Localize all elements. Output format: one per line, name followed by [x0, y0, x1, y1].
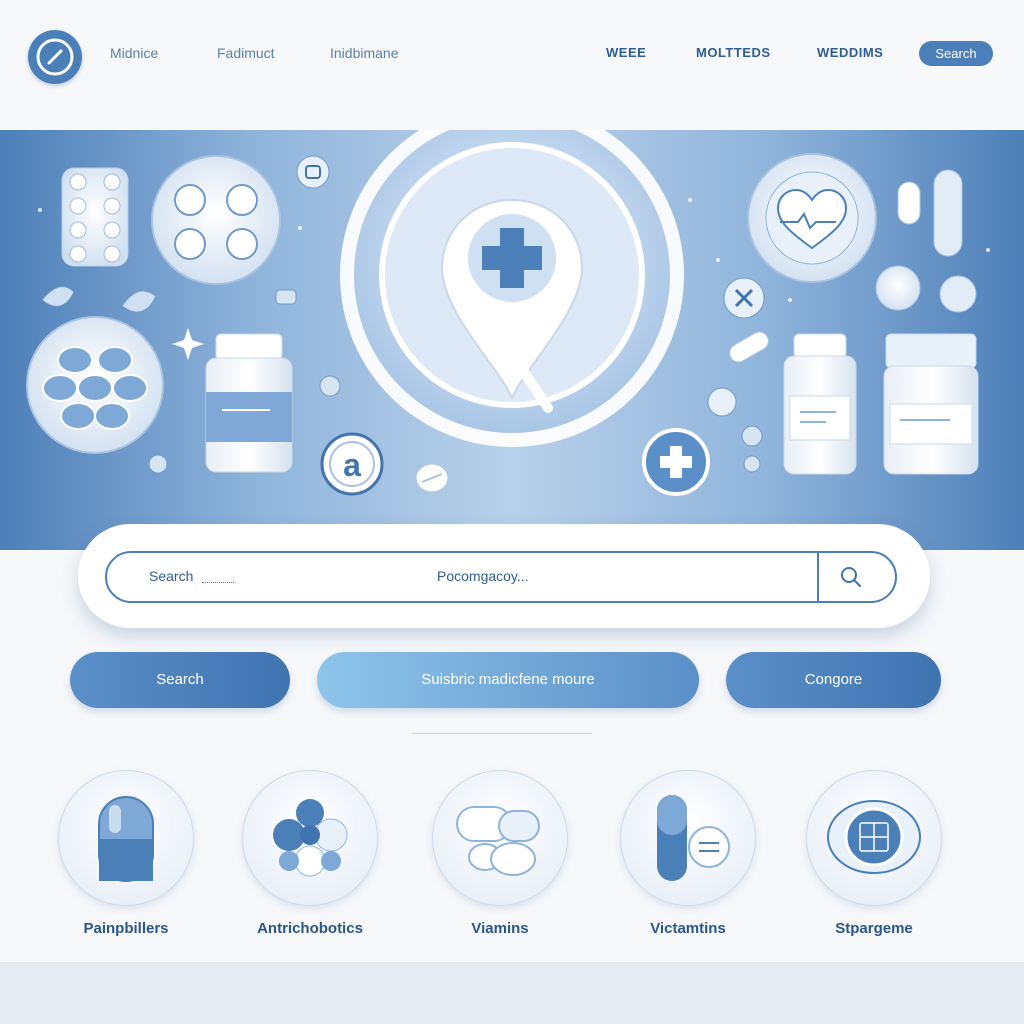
medicine-jar-icon	[883, 333, 979, 475]
search-input[interactable]: Search Pocomgacoy...	[105, 551, 897, 603]
page: Midnice Fadimuct Inidbimane WEEE MOLTTED…	[0, 0, 1024, 1024]
category-label: Viamins	[471, 920, 529, 937]
nav-link-inidbimane[interactable]: Inidbimane	[330, 45, 399, 61]
category-item-antrichobotics[interactable]: Antrichobotics	[242, 770, 378, 960]
hero-banner: a	[0, 130, 1024, 550]
search-panel: Search Pocomgacoy...	[78, 524, 930, 628]
category-button[interactable]: Congore	[726, 652, 941, 708]
category-label: Victamtins	[650, 920, 726, 937]
pill-molecule-icon[interactable]	[242, 770, 378, 906]
category-item-victamtins[interactable]: Victamtins	[620, 770, 756, 960]
nav-link-moltteds[interactable]: MOLTTEDS	[696, 45, 771, 60]
search-icon[interactable]	[839, 565, 863, 589]
capsule-icon[interactable]	[58, 770, 194, 906]
header: Midnice Fadimuct Inidbimane WEEE MOLTTED…	[0, 0, 1024, 110]
logo-icon[interactable]	[28, 30, 82, 84]
capsule-tablet-icon[interactable]	[620, 770, 756, 906]
pill-plate-icon	[26, 316, 164, 454]
small-badge-icon	[296, 155, 330, 189]
letter-badge-icon: a	[320, 432, 384, 496]
svg-text:a: a	[343, 447, 361, 483]
pill-plate-icon	[151, 155, 281, 285]
search-button[interactable]: Search	[70, 652, 290, 708]
category-label: Painpbillers	[83, 920, 169, 937]
search-input-value: Pocomgacoy...	[437, 568, 529, 584]
footer-band	[0, 962, 1024, 1024]
nav-link-midnice[interactable]: Midnice	[110, 45, 158, 61]
device-icon[interactable]	[806, 770, 942, 906]
hero-illustration: a	[26, 130, 990, 496]
medical-location-pin-icon	[340, 130, 684, 447]
search-input-label: Search	[149, 568, 194, 584]
leaf-icon	[41, 286, 157, 313]
nav-link-weee[interactable]: WEEE	[606, 45, 646, 60]
category-item-stpargeme[interactable]: Stpargeme	[806, 770, 942, 960]
sparkle-icon	[172, 328, 204, 360]
search-divider	[817, 553, 819, 601]
nav-link-weddims[interactable]: WEDDIMS	[817, 45, 883, 60]
category-item-painpbillers[interactable]: Painpbillers	[58, 770, 194, 960]
medicine-bottle-icon	[783, 333, 857, 475]
search-placeholder-dots	[202, 582, 234, 583]
category-label: Stpargeme	[835, 920, 913, 937]
heart-plate-icon	[747, 153, 877, 283]
medicine-bottle-icon	[205, 333, 293, 473]
category-label: Antrichobotics	[257, 920, 363, 937]
tablets-icon[interactable]	[432, 770, 568, 906]
subscribe-button[interactable]: Suisbric madicfene moure	[317, 652, 699, 708]
category-item-viamins[interactable]: Viamins	[432, 770, 568, 960]
plus-badge-icon	[642, 428, 710, 496]
nav-link-fadimuct[interactable]: Fadimuct	[217, 45, 275, 61]
header-search-button[interactable]: Search	[919, 41, 993, 66]
section-divider	[412, 733, 592, 734]
blister-pack-icon	[61, 167, 129, 267]
